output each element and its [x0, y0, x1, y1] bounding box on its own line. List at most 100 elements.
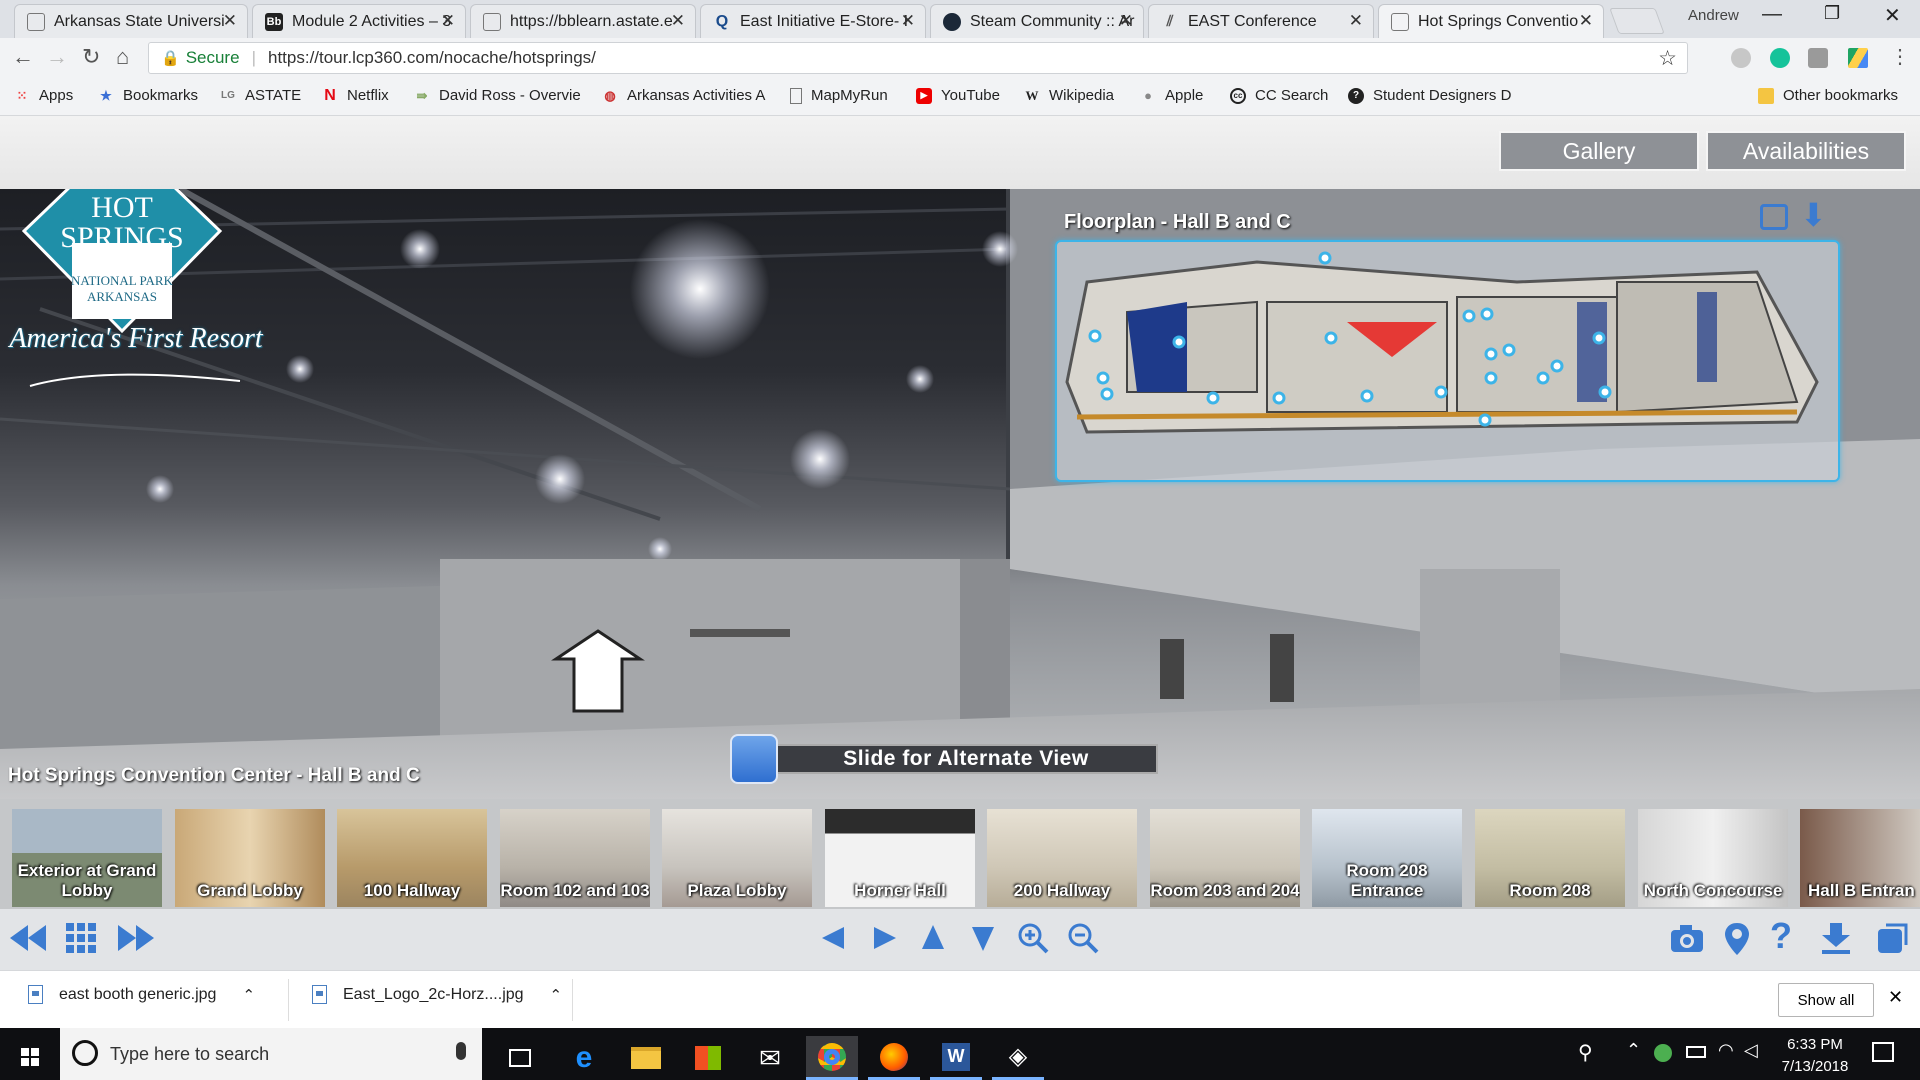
tab-bblearn[interactable]: https://bblearn.astate.e ✕	[470, 4, 696, 38]
chevron-up-icon[interactable]: ⌃	[1626, 1040, 1641, 1061]
taskbar-search-box[interactable]: Type here to search	[60, 1028, 482, 1080]
thumbnail-grand-lobby[interactable]: Grand Lobby	[175, 809, 325, 907]
edge-icon[interactable]: e	[558, 1036, 610, 1080]
next-scene-icon[interactable]	[114, 921, 158, 955]
mail-icon[interactable]: ✉	[744, 1036, 796, 1080]
tab-east-estore[interactable]: Q East Initiative E-Store- I ✕	[700, 4, 926, 38]
bookmark-david-ross[interactable]: ⇛ David Ross - Overvie	[414, 87, 581, 104]
google-drive-icon[interactable]	[1848, 48, 1868, 68]
previous-scene-icon[interactable]	[6, 921, 50, 955]
camera-icon[interactable]	[1808, 48, 1828, 68]
bookmark-student-designers[interactable]: ? Student Designers D	[1348, 87, 1511, 104]
address-bar[interactable]: 🔒 Secure | https://tour.lcp360.com/nocac…	[148, 42, 1688, 74]
thumbnail-room-102-103[interactable]: Room 102 and 103	[500, 809, 650, 907]
bookmark-wikipedia[interactable]: W Wikipedia	[1024, 87, 1115, 104]
close-icon[interactable]: ✕	[671, 11, 685, 31]
security-tray-icon[interactable]	[1654, 1044, 1672, 1062]
availabilities-button[interactable]: Availabilities	[1706, 131, 1906, 171]
bookmark-bookmarks[interactable]: ★ Bookmarks	[98, 87, 198, 104]
close-icon[interactable]: ✕	[1349, 11, 1363, 31]
thumbnail-north-concourse[interactable]: North Concourse	[1638, 809, 1788, 907]
download-item[interactable]: East_Logo_2c-Horz....jpg ⌃	[312, 985, 562, 1004]
maximize-icon[interactable]: ❐	[1824, 3, 1840, 24]
unity-icon[interactable]: ◈	[992, 1036, 1044, 1080]
microphone-icon[interactable]	[456, 1042, 466, 1060]
close-icon[interactable]: ✕	[223, 11, 237, 31]
map-pin-icon[interactable]	[1722, 921, 1752, 957]
floorplan-map[interactable]	[1055, 240, 1840, 482]
store-icon[interactable]	[682, 1036, 734, 1080]
menu-icon[interactable]: ⋮	[1890, 44, 1910, 69]
bookmark-mapmyrun[interactable]: MapMyRun	[790, 87, 888, 104]
zoom-out-icon[interactable]	[1066, 921, 1100, 955]
camera-icon[interactable]	[1668, 921, 1706, 955]
chevron-up-icon[interactable]: ⌃	[242, 986, 255, 1004]
thumbnail-hall-b-entrance[interactable]: Hall B Entran	[1800, 809, 1920, 907]
tab-arkansas-state[interactable]: Arkansas State Universi ✕	[14, 4, 248, 38]
tab-hot-springs[interactable]: Hot Springs Conventio ✕	[1378, 4, 1604, 38]
show-all-button[interactable]: Show all	[1778, 983, 1874, 1017]
bookmark-other[interactable]: Other bookmarks	[1758, 87, 1898, 104]
pan-up-icon[interactable]	[918, 921, 948, 955]
fullscreen-icon[interactable]	[1876, 921, 1910, 955]
alternate-view-slider[interactable]: Slide for Alternate View	[730, 732, 1158, 788]
bookmark-astate[interactable]: LG ASTATE	[220, 87, 301, 104]
volume-icon[interactable]: ◁	[1744, 1040, 1758, 1061]
thumbnail-100-hallway[interactable]: 100 Hallway	[337, 809, 487, 907]
expand-floorplan-icon[interactable]	[1760, 204, 1788, 230]
tab-module-2[interactable]: Bb Module 2 Activities – 3 ✕	[252, 4, 466, 38]
thumbnail-200-hallway[interactable]: 200 Hallway	[987, 809, 1137, 907]
thumbnail-room-208-entrance[interactable]: Room 208 Entrance	[1312, 809, 1462, 907]
system-clock[interactable]: 6:33 PM 7/13/2018	[1765, 1034, 1865, 1078]
close-icon[interactable]: ✕	[1119, 11, 1133, 31]
chrome-icon[interactable]	[806, 1036, 858, 1080]
new-tab-button[interactable]	[1609, 8, 1665, 34]
bookmark-star-icon[interactable]: ☆	[1658, 46, 1677, 71]
bookmark-cc-search[interactable]: cc CC Search	[1230, 87, 1328, 104]
back-icon[interactable]: ←	[12, 44, 34, 70]
thumbnail-plaza-lobby[interactable]: Plaza Lobby	[662, 809, 812, 907]
zoom-in-icon[interactable]	[1016, 921, 1050, 955]
window-close-icon[interactable]: ✕	[1884, 3, 1901, 28]
download-floorplan-icon[interactable]: ⬇	[1800, 199, 1827, 231]
tab-east-conference[interactable]: ⫽ EAST Conference ✕	[1148, 4, 1374, 38]
bookmark-youtube[interactable]: ▶ YouTube	[916, 87, 1000, 104]
slider-knob[interactable]	[730, 734, 778, 784]
close-icon[interactable]: ✕	[1579, 11, 1593, 31]
bookmark-arkansas-activities[interactable]: ◍ Arkansas Activities A	[602, 87, 765, 104]
pan-down-icon[interactable]	[968, 921, 998, 955]
action-center-icon[interactable]	[1872, 1042, 1894, 1062]
reload-icon[interactable]: ↻	[82, 44, 100, 70]
pan-right-icon[interactable]	[870, 921, 900, 955]
firefox-icon[interactable]	[868, 1036, 920, 1080]
thumbnail-room-203-204[interactable]: Room 203 and 204	[1150, 809, 1300, 907]
battery-icon[interactable]	[1686, 1046, 1706, 1058]
url-text[interactable]: https://tour.lcp360.com/nocache/hotsprin…	[268, 48, 596, 68]
pan-left-icon[interactable]	[818, 921, 848, 955]
close-icon[interactable]: ✕	[441, 11, 455, 31]
thumbnail-exterior-grand-lobby[interactable]: Exterior at Grand Lobby	[12, 809, 162, 907]
gallery-button[interactable]: Gallery	[1499, 131, 1699, 171]
home-icon[interactable]: ⌂	[116, 44, 129, 70]
file-explorer-icon[interactable]	[620, 1036, 672, 1080]
bookmark-netflix[interactable]: N Netflix	[322, 87, 388, 105]
people-icon[interactable]: ⚲	[1578, 1040, 1593, 1065]
close-downloads-icon[interactable]: ✕	[1888, 987, 1903, 1008]
grid-view-icon[interactable]	[64, 921, 98, 955]
thumbnail-horner-hall[interactable]: Horner Hall	[825, 809, 975, 907]
chevron-up-icon[interactable]: ⌃	[550, 986, 563, 1004]
bookmark-apps[interactable]: ⁙ Apps	[14, 87, 74, 104]
download-item[interactable]: east booth generic.jpg ⌃	[28, 985, 255, 1004]
task-view-icon[interactable]	[494, 1036, 546, 1080]
help-icon[interactable]: ?	[1770, 915, 1792, 957]
windows-start-icon[interactable]	[4, 1036, 56, 1080]
download-icon[interactable]	[1820, 921, 1852, 955]
extension-icon[interactable]	[1731, 48, 1751, 68]
minimize-icon[interactable]: —	[1762, 3, 1782, 26]
bookmark-apple[interactable]: ● Apple	[1140, 87, 1203, 104]
forward-icon[interactable]: →	[46, 44, 68, 70]
close-icon[interactable]: ✕	[901, 11, 915, 31]
tab-steam[interactable]: Steam Community :: Ar ✕	[930, 4, 1144, 38]
wifi-icon[interactable]: ◠	[1718, 1040, 1734, 1061]
grammarly-icon[interactable]	[1770, 48, 1790, 68]
